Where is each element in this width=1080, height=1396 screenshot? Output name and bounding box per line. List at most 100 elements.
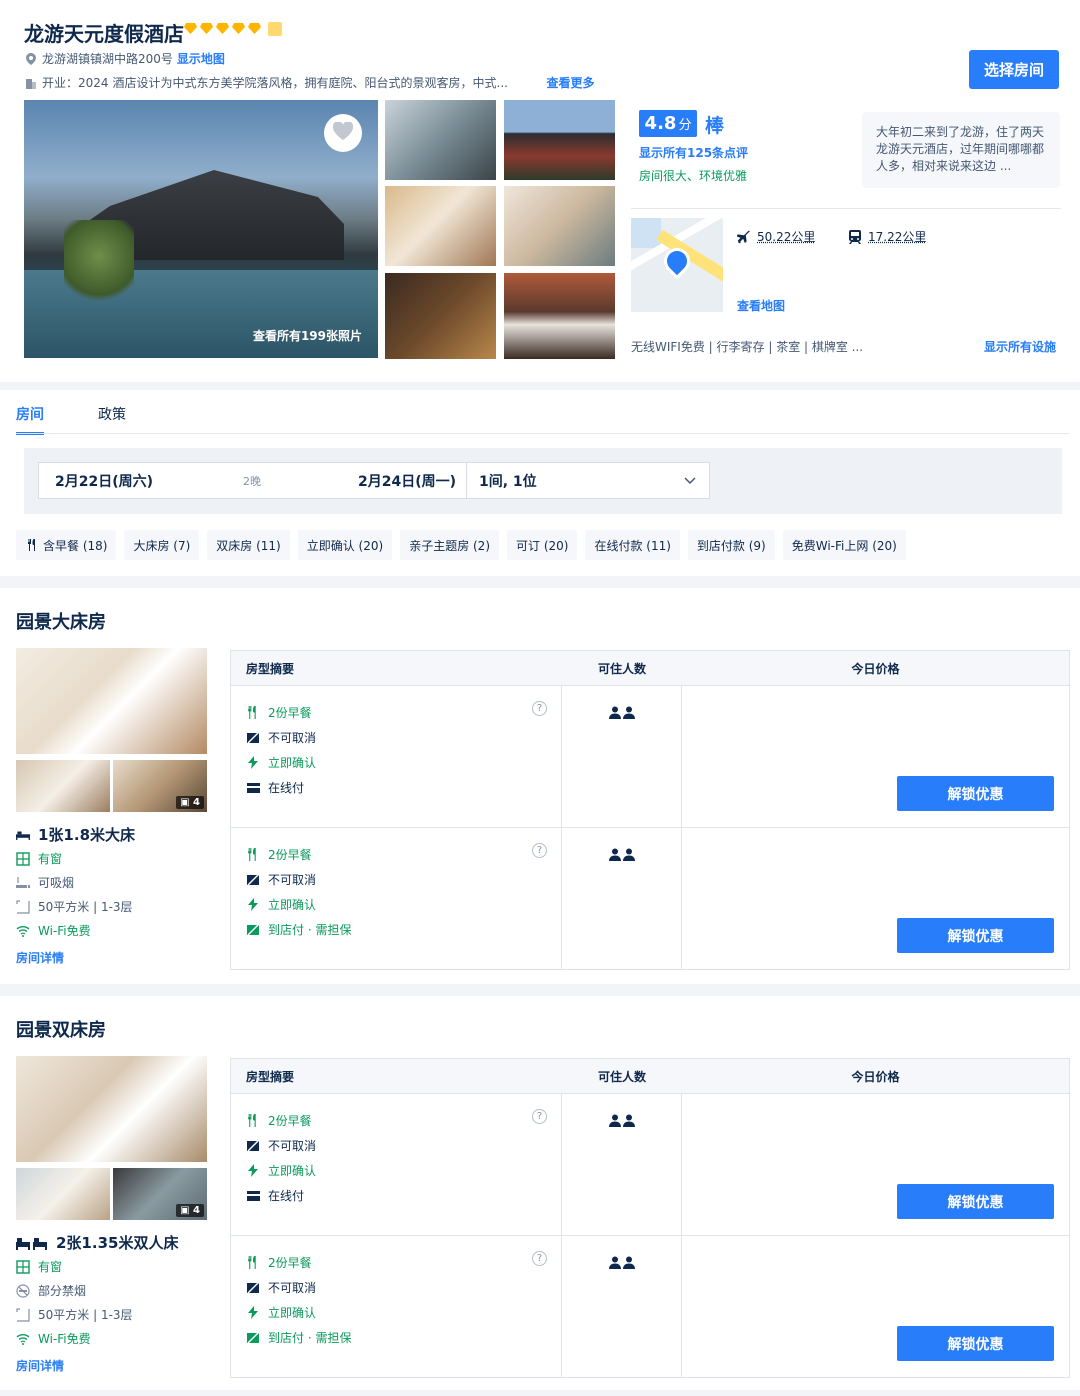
filter-chip[interactable]: 大床房 (7) <box>124 530 200 560</box>
cutlery-icon <box>246 706 260 720</box>
capacity-cell <box>562 828 682 969</box>
filter-chip[interactable]: 立即确认 (20) <box>297 530 393 560</box>
price-cell: 解锁优惠 <box>682 1236 1069 1377</box>
window-attr: 有窗 <box>16 850 62 867</box>
room-photo-main[interactable] <box>16 648 207 754</box>
photo-thumbnail[interactable] <box>385 273 496 359</box>
all-reviews-link[interactable]: 显示所有125条点评 <box>639 144 748 161</box>
room-photo-thumb[interactable] <box>16 760 110 812</box>
room-photo-thumb[interactable]: ▣ 4 <box>113 1168 207 1220</box>
area-text: 50平方米 | 1-3层 <box>38 1308 133 1322</box>
select-room-button[interactable]: 选择房间 <box>969 50 1059 89</box>
help-icon[interactable]: ? <box>532 1109 547 1124</box>
opened-label: 开业：2024 <box>42 76 109 90</box>
breakfast-policy: 2份早餐 <box>246 700 561 725</box>
star-rating <box>184 22 282 36</box>
rooms-search-panel: 房间 政策 2月22日(周六) 2晚 2月24日(周一) 1间, 1位 含早餐 … <box>0 390 1080 576</box>
wifi-icon <box>16 924 30 938</box>
smoking-icon <box>16 876 30 890</box>
cutlery-icon <box>246 848 260 862</box>
photo-thumbnail[interactable] <box>504 100 615 180</box>
airport-distance-value: 50.22公里 <box>757 230 816 244</box>
station-distance: 17.22公里 <box>848 228 926 245</box>
filter-chip[interactable]: 可订 (20) <box>507 530 578 560</box>
room-photo-thumb[interactable]: ▣ 4 <box>113 760 207 812</box>
room-details-link[interactable]: 房间详情 <box>16 949 64 966</box>
tab-rooms[interactable]: 房间 <box>16 396 44 435</box>
help-icon[interactable]: ? <box>532 843 547 858</box>
photo-thumbnail[interactable] <box>504 186 615 266</box>
filter-chip[interactable]: 在线付款 (11) <box>585 530 680 560</box>
window-icon <box>16 1259 30 1274</box>
area-attr: 50平方米 | 1-3层 <box>16 898 133 915</box>
checkout-date[interactable]: 2月24日(周一) <box>358 471 466 491</box>
see-more-link[interactable]: 查看更多 <box>547 74 595 91</box>
view-map-link[interactable]: 查看地图 <box>737 297 785 314</box>
photo-thumbnail[interactable] <box>504 273 615 359</box>
guests-select[interactable]: 1间, 1位 <box>479 471 679 491</box>
filter-chip[interactable]: 亲子主题房 (2) <box>400 530 500 560</box>
unlock-deal-button[interactable]: 解锁优惠 <box>897 1184 1054 1219</box>
window-attr: 有窗 <box>16 1258 62 1275</box>
tab-bar: 房间 政策 <box>16 396 126 435</box>
diamond-icon <box>232 22 245 35</box>
show-map-link[interactable]: 显示地图 <box>177 50 225 67</box>
lightning-icon <box>246 1164 260 1178</box>
help-icon[interactable]: ? <box>532 701 547 716</box>
unlock-deal-button[interactable]: 解锁优惠 <box>897 1326 1054 1361</box>
cancel-policy: 不可取消 <box>246 1133 561 1158</box>
header-price: 今日价格 <box>851 661 900 676</box>
favorite-button[interactable] <box>324 114 362 152</box>
smoking-text: 部分禁烟 <box>38 1284 87 1298</box>
room-details-link[interactable]: 房间详情 <box>16 1357 64 1374</box>
wifi-attr: Wi-Fi免费 <box>16 922 91 939</box>
chevron-down-icon[interactable] <box>683 474 697 488</box>
card-icon <box>246 781 260 795</box>
all-facilities-link[interactable]: 显示所有设施 <box>984 338 1056 355</box>
room-card: 园景双床房 ▣ 4 2张1.35米双人床 有窗 部分禁烟 50平方米 | 1-3… <box>0 996 1080 1390</box>
area-icon <box>16 1307 30 1322</box>
help-icon[interactable]: ? <box>532 1251 547 1266</box>
room-photo-main[interactable] <box>16 1056 207 1162</box>
location-pin-icon <box>24 52 38 66</box>
facilities-list: 无线WIFI免费 | 行李寄存 | 茶室 | 棋牌室 ... <box>631 340 864 354</box>
price-cell: 解锁优惠 <box>682 828 1069 969</box>
checkin-date[interactable]: 2月22日(周六) <box>55 471 243 491</box>
no-cancel-icon <box>246 873 260 887</box>
score-unit: 分 <box>678 118 692 133</box>
bed-info: 2张1.35米双人床 <box>16 1232 178 1253</box>
filter-chip[interactable]: 到店付款 (9) <box>687 530 775 560</box>
no-cancel-icon <box>246 731 260 745</box>
cancel-policy: 不可取消 <box>246 867 561 892</box>
header-capacity: 可住人数 <box>597 661 646 676</box>
review-score: 4.8 分 <box>639 110 697 137</box>
confirm-text: 立即确认 <box>268 1306 317 1320</box>
bed-info: 1张1.8米大床 <box>16 824 135 845</box>
photo-thumbnail[interactable] <box>385 100 496 180</box>
heart-icon <box>332 121 354 144</box>
filter-chip[interactable]: 双床房 (11) <box>207 530 290 560</box>
unlock-deal-button[interactable]: 解锁优惠 <box>897 776 1054 811</box>
divider <box>631 208 1061 209</box>
confirm-text: 立即确认 <box>268 1164 317 1178</box>
tab-policy[interactable]: 政策 <box>98 396 126 435</box>
rate-summary: 2份早餐 不可取消 立即确认 到店付 · 需担保 ? <box>231 828 562 969</box>
photo-tree <box>64 220 134 310</box>
lightning-icon <box>246 898 260 912</box>
rate-table: 房型摘要 可住人数 今日价格 2份早餐 不可取消 立即确认 在线付 ? 解锁优惠… <box>230 650 1070 970</box>
unlock-deal-button[interactable]: 解锁优惠 <box>897 918 1054 953</box>
two-persons-icon <box>608 1256 635 1377</box>
all-photos-link[interactable]: 查看所有199张照片 <box>253 327 362 344</box>
filter-chip[interactable]: 免费Wi-Fi上网 (20) <box>782 530 906 560</box>
pay-at-hotel-icon <box>246 1331 260 1345</box>
filter-breakfast[interactable]: 含早餐 (18) <box>16 530 117 560</box>
cancel-text: 不可取消 <box>268 873 317 887</box>
smoking-text: 可吸烟 <box>38 876 75 890</box>
photo-thumbnail[interactable] <box>385 186 496 266</box>
map-thumbnail[interactable] <box>631 218 723 312</box>
room-photo-thumb[interactable] <box>16 1168 110 1220</box>
main-photo[interactable]: 查看所有199张照片 <box>24 100 378 358</box>
hotel-name: 龙游天元度假酒店 <box>24 22 184 46</box>
divider <box>466 462 467 499</box>
cancel-policy: 不可取消 <box>246 725 561 750</box>
